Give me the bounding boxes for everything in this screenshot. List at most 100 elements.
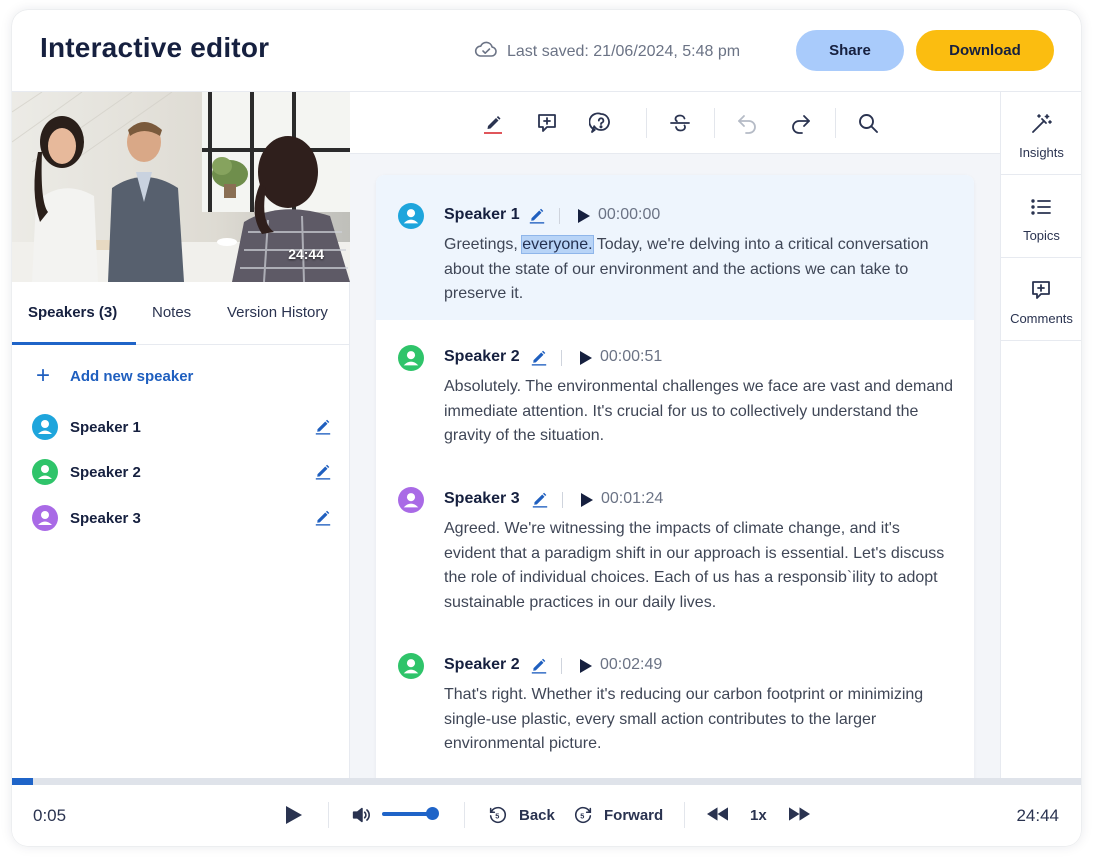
- back-label: Back: [519, 806, 555, 824]
- last-saved-text: Last saved: 21/06/2024, 5:48 pm: [507, 42, 741, 60]
- add-speaker-button[interactable]: + Add new speaker: [36, 364, 193, 388]
- current-time: 0:05: [33, 806, 67, 825]
- speaker-name: Speaker 3: [70, 509, 141, 527]
- pencil-icon[interactable]: [314, 417, 332, 440]
- nav-insights[interactable]: Insights: [1001, 92, 1081, 175]
- nav-comments[interactable]: Comments: [1001, 258, 1081, 341]
- undo-icon[interactable]: [734, 110, 760, 136]
- back-button[interactable]: 5 Back: [487, 804, 555, 826]
- segment-speaker-name[interactable]: Speaker 3: [444, 490, 520, 508]
- segment-timestamp[interactable]: 00:01:24: [601, 490, 663, 508]
- segment-text[interactable]: Greetings, everyone. Today, we're delvin…: [444, 233, 954, 307]
- play-icon[interactable]: [581, 493, 593, 512]
- speaker-name: Speaker 1: [70, 418, 141, 436]
- pencil-icon[interactable]: [531, 490, 549, 513]
- tab-notes[interactable]: Notes: [152, 304, 191, 321]
- play-icon: [286, 806, 302, 824]
- user-avatar-icon: [398, 487, 424, 513]
- pencil-icon[interactable]: [528, 206, 546, 229]
- fast-forward-icon: [789, 807, 810, 821]
- forward-5-icon: 5: [574, 806, 592, 824]
- left-panel: 24:44 Speakers (3) Notes Version History…: [12, 92, 350, 778]
- transcript-area: Speaker 1 00:00:00 Greetings, everyone. …: [350, 154, 1000, 815]
- editor-toolbar: [350, 92, 1000, 154]
- add-comment-icon[interactable]: [534, 110, 560, 136]
- nav-label: Topics: [1023, 228, 1060, 243]
- media-player: 0:05 5 Back 5 Forward 1x 24:44: [12, 785, 1081, 846]
- segment-text[interactable]: That's right. Whether it's reducing our …: [444, 683, 954, 757]
- search-icon[interactable]: [855, 110, 881, 136]
- volume-button[interactable]: [350, 804, 372, 826]
- pencil-icon[interactable]: [530, 348, 548, 371]
- user-avatar-icon: [398, 203, 424, 229]
- user-avatar-icon: [32, 505, 58, 531]
- tab-version-history[interactable]: Version History: [227, 304, 328, 321]
- user-avatar-icon: [398, 345, 424, 371]
- share-button[interactable]: Share: [796, 30, 904, 71]
- segment-timestamp[interactable]: 00:00:51: [600, 348, 662, 366]
- play-icon[interactable]: [580, 659, 592, 678]
- play-icon[interactable]: [578, 209, 590, 228]
- speaker-list-item[interactable]: Speaker 3: [32, 503, 332, 533]
- pencil-icon[interactable]: [314, 462, 332, 485]
- tab-speakers[interactable]: Speakers (3): [28, 304, 117, 321]
- question-icon[interactable]: [588, 110, 614, 136]
- speaker-name: Speaker 2: [70, 463, 141, 481]
- transcript-card: Speaker 1 00:00:00 Greetings, everyone. …: [376, 175, 974, 815]
- active-tab-indicator: [12, 342, 136, 345]
- segment-speaker-name[interactable]: Speaker 2: [444, 348, 520, 366]
- play-icon[interactable]: [580, 351, 592, 370]
- nav-label: Comments: [1010, 311, 1073, 326]
- speaker-list-item[interactable]: Speaker 2: [32, 457, 332, 487]
- transcript-segment[interactable]: Speaker 1 00:00:00 Greetings, everyone. …: [376, 175, 974, 320]
- svg-text:5: 5: [580, 812, 584, 821]
- strikethrough-icon[interactable]: [667, 110, 693, 136]
- transcript-segment[interactable]: Speaker 2 00:02:49 That's right. Whether…: [376, 628, 974, 788]
- editor-window: Interactive editor Last saved: 21/06/202…: [12, 10, 1081, 846]
- right-sidebar: Insights Topics Comments: [1000, 92, 1081, 778]
- redo-icon[interactable]: [788, 110, 814, 136]
- forward-button[interactable]: 5 Forward: [572, 804, 663, 826]
- page-title: Interactive editor: [40, 32, 270, 63]
- rewind-5-icon: 5: [489, 806, 507, 824]
- skip-back-button[interactable]: [707, 807, 728, 821]
- user-avatar-icon: [32, 414, 58, 440]
- header: Interactive editor Last saved: 21/06/202…: [12, 10, 1081, 92]
- playback-progress-fill: [12, 778, 34, 785]
- transcript-segment[interactable]: Speaker 2 00:00:51 Absolutely. The envir…: [376, 320, 974, 462]
- total-time: 24:44: [1016, 806, 1059, 825]
- segment-timestamp[interactable]: 00:00:00: [598, 206, 660, 224]
- volume-icon: [352, 807, 370, 823]
- highlighted-word[interactable]: everyone.: [521, 235, 594, 254]
- segment-timestamp[interactable]: 00:02:49: [600, 656, 662, 674]
- nav-topics[interactable]: Topics: [1001, 175, 1081, 258]
- skip-forward-button[interactable]: [789, 807, 810, 821]
- add-speaker-label: Add new speaker: [70, 367, 194, 385]
- left-tabs: Speakers (3) Notes Version History: [12, 282, 350, 345]
- volume-slider-handle[interactable]: [426, 807, 440, 820]
- segment-speaker-name[interactable]: Speaker 2: [444, 656, 520, 674]
- fast-rewind-icon: [707, 807, 728, 821]
- user-avatar-icon: [32, 459, 58, 485]
- last-saved-status: Last saved: 21/06/2024, 5:48 pm: [474, 40, 740, 63]
- user-avatar-icon: [398, 653, 424, 679]
- svg-text:5: 5: [495, 812, 499, 821]
- nav-label: Insights: [1019, 145, 1064, 160]
- transcript-segment[interactable]: Speaker 3 00:01:24 Agreed. We're witness…: [376, 462, 974, 628]
- segment-text[interactable]: Absolutely. The environmental challenges…: [444, 375, 954, 449]
- download-button[interactable]: Download: [916, 30, 1054, 71]
- video-preview[interactable]: 24:44: [12, 92, 350, 282]
- segment-text[interactable]: Agreed. We're witnessing the impacts of …: [444, 517, 954, 615]
- video-duration: 24:44: [288, 246, 324, 262]
- highlighter-icon[interactable]: [480, 110, 506, 136]
- playback-progress-bar[interactable]: [12, 778, 1081, 785]
- pencil-icon[interactable]: [314, 508, 332, 531]
- segment-speaker-name[interactable]: Speaker 1: [444, 206, 520, 224]
- speaker-list-item[interactable]: Speaker 1: [32, 412, 332, 442]
- plus-icon: +: [36, 362, 51, 389]
- play-button[interactable]: [286, 806, 302, 824]
- forward-label: Forward: [604, 806, 664, 824]
- pencil-icon[interactable]: [530, 656, 548, 679]
- cloud-check-icon: [474, 40, 498, 63]
- playback-speed-button[interactable]: 1x: [750, 807, 767, 824]
